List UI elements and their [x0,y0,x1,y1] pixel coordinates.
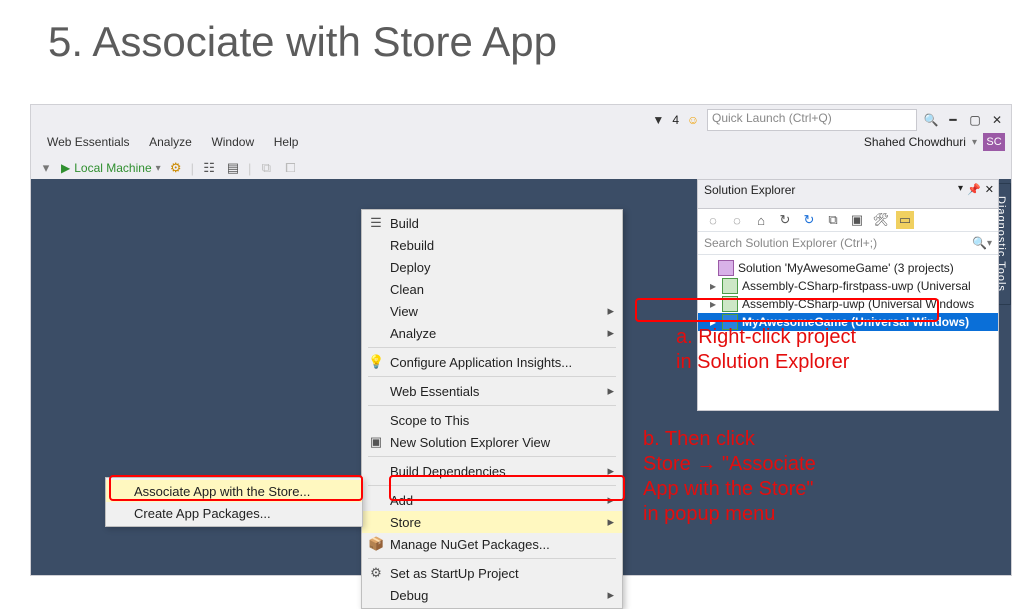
filter-count: 4 [672,113,679,127]
feedback-icon[interactable]: ☺ [685,112,701,128]
properties-icon[interactable]: 🛠 [872,211,890,229]
slide-title: 5. Associate with Store App [48,18,557,66]
submenu-arrow-icon: ▸ [607,303,614,319]
submenu-arrow-icon: ▸ [607,463,614,479]
search-dropdown-icon[interactable]: ▾ [987,238,992,249]
search-placeholder: Search Solution Explorer (Ctrl+;) [704,236,972,250]
menu-help[interactable]: Help [266,133,307,151]
sub-create-packages[interactable]: Create App Packages... [106,502,362,524]
sub-associate[interactable]: Associate App with the Store... [106,480,362,502]
expand-icon[interactable]: ▸ [708,297,718,311]
ctx-scope[interactable]: Scope to This [362,409,622,431]
expand-icon[interactable]: ▸ [708,279,718,293]
play-icon: ▶ [61,161,70,175]
tree-project-1-label: Assembly-CSharp-firstpass-uwp (Universal [742,279,971,293]
build-icon: ☰ [368,215,384,231]
solution-explorer-search[interactable]: Search Solution Explorer (Ctrl+;) 🔍 ▾ [698,232,998,255]
tree-solution[interactable]: Solution 'MyAwesomeGame' (3 projects) [698,259,998,277]
ctx-new-solx-view[interactable]: ▣New Solution Explorer View [362,431,622,453]
window-icon: ▣ [368,434,384,450]
user-dropdown-icon[interactable]: ▾ [972,137,977,148]
tree-solution-label: Solution 'MyAwesomeGame' (3 projects) [738,261,954,275]
tree-project-1[interactable]: ▸ Assembly-CSharp-firstpass-uwp (Univers… [698,277,998,295]
ctx-web-essentials[interactable]: Web Essentials▸ [362,380,622,402]
run-target: Local Machine [74,161,151,175]
user-name: Shahed Chowdhuri [864,135,966,149]
toolbar-align-icon[interactable]: ☷ [200,159,218,177]
ctx-build[interactable]: ☰Build [362,212,622,234]
solution-explorer-titlebar: Solution Explorer ▾ 📌 ✕ [698,180,998,209]
ctx-debug[interactable]: Debug▸ [362,584,622,606]
run-button[interactable]: ▶ Local Machine ▾ [61,161,161,175]
solution-explorer-toolbar: ◌ ◌ ⌂ ↻ ↻ ⧉ ▣ 🛠 ▭ [698,209,998,232]
tree-project-2[interactable]: ▸ Assembly-CSharp-uwp (Universal Windows [698,295,998,313]
close-button[interactable]: ✕ [989,112,1005,128]
preview-icon[interactable]: ▭ [896,211,914,229]
submenu-arrow-icon: ▸ [607,514,614,530]
user-avatar[interactable]: SC [983,133,1005,151]
quick-launch-search-icon[interactable]: 🔍 [923,112,939,128]
minimize-button[interactable]: ━ [945,112,961,128]
ctx-analyze[interactable]: Analyze▸ [362,322,622,344]
user-area[interactable]: Shahed Chowdhuri ▾ SC [864,133,1005,151]
ctx-add[interactable]: Add▸ [362,489,622,511]
submenu-arrow-icon: ▸ [607,587,614,603]
ctx-deploy[interactable]: Deploy [362,256,622,278]
annotation-a: a. Right-click project in Solution Explo… [676,325,856,375]
panel-menu-icon[interactable]: ▾ [958,183,963,196]
collapse-icon[interactable]: ▣ [848,211,866,229]
toolbar-dropdown[interactable]: ▾ [37,159,55,177]
showall-icon[interactable]: ⧉ [824,211,842,229]
tree-project-2-label: Assembly-CSharp-uwp (Universal Windows [742,297,974,311]
titlebar: ▼ 4 ☺ Quick Launch (Ctrl+Q) 🔍 ━ ▢ ✕ [31,105,1011,131]
nuget-icon: 📦 [368,536,384,552]
submenu-arrow-icon: ▸ [607,325,614,341]
solution-tree: Solution 'MyAwesomeGame' (3 projects) ▸ … [698,255,998,335]
ctx-view[interactable]: View▸ [362,300,622,322]
ctx-nuget[interactable]: 📦Manage NuGet Packages... [362,533,622,555]
submenu-arrow-icon: ▸ [607,492,614,508]
home-icon[interactable]: ⌂ [752,211,770,229]
back-icon[interactable]: ◌ [704,211,722,229]
menu-analyze[interactable]: Analyze [141,133,200,151]
menu-web-essentials[interactable]: Web Essentials [39,133,137,151]
search-icon[interactable]: 🔍 [972,236,987,250]
store-submenu: Associate App with the Store... Create A… [105,477,363,527]
ctx-store[interactable]: Store▸ [362,511,622,533]
ctx-startup[interactable]: ⚙Set as StartUp Project [362,562,622,584]
menu-window[interactable]: Window [203,133,262,151]
toolbar-misc2[interactable]: ⧠ [281,159,299,177]
annotation-b: b. Then click Store → "Associate App wit… [643,427,816,527]
quick-launch-input[interactable]: Quick Launch (Ctrl+Q) [707,109,917,131]
refresh-icon[interactable]: ↻ [800,211,818,229]
ctx-insights[interactable]: 💡Configure Application Insights... [362,351,622,373]
solution-explorer-panel: Solution Explorer ▾ 📌 ✕ ◌ ◌ ⌂ ↻ ↻ ⧉ ▣ 🛠 … [697,179,999,411]
toolbar-misc1[interactable]: ⧉ [257,159,275,177]
forward-icon[interactable]: ◌ [728,211,746,229]
run-dropdown-icon[interactable]: ▾ [156,163,161,174]
gear-icon: ⚙ [368,565,384,581]
ctx-build-deps[interactable]: Build Dependencies▸ [362,460,622,482]
filter-icon[interactable]: ▼ [650,112,666,128]
solution-icon [718,260,734,276]
pin-icon[interactable]: 📌 [967,183,981,196]
solution-explorer-title: Solution Explorer [704,183,795,197]
maximize-button[interactable]: ▢ [967,112,983,128]
sync-icon[interactable]: ↻ [776,211,794,229]
ctx-rebuild[interactable]: Rebuild [362,234,622,256]
csharp-project-icon [722,296,738,312]
toolbar-grid-icon[interactable]: ▤ [224,159,242,177]
submenu-arrow-icon: ▸ [607,383,614,399]
context-menu: ☰Build Rebuild Deploy Clean View▸ Analyz… [361,209,623,609]
ctx-clean[interactable]: Clean [362,278,622,300]
toolbar-config-icon[interactable]: ⚙ [167,159,185,177]
csharp-project-icon [722,278,738,294]
panel-close-icon[interactable]: ✕ [985,183,994,196]
visual-studio-window: ▼ 4 ☺ Quick Launch (Ctrl+Q) 🔍 ━ ▢ ✕ Web … [30,104,1012,576]
lightbulb-icon: 💡 [368,354,384,370]
